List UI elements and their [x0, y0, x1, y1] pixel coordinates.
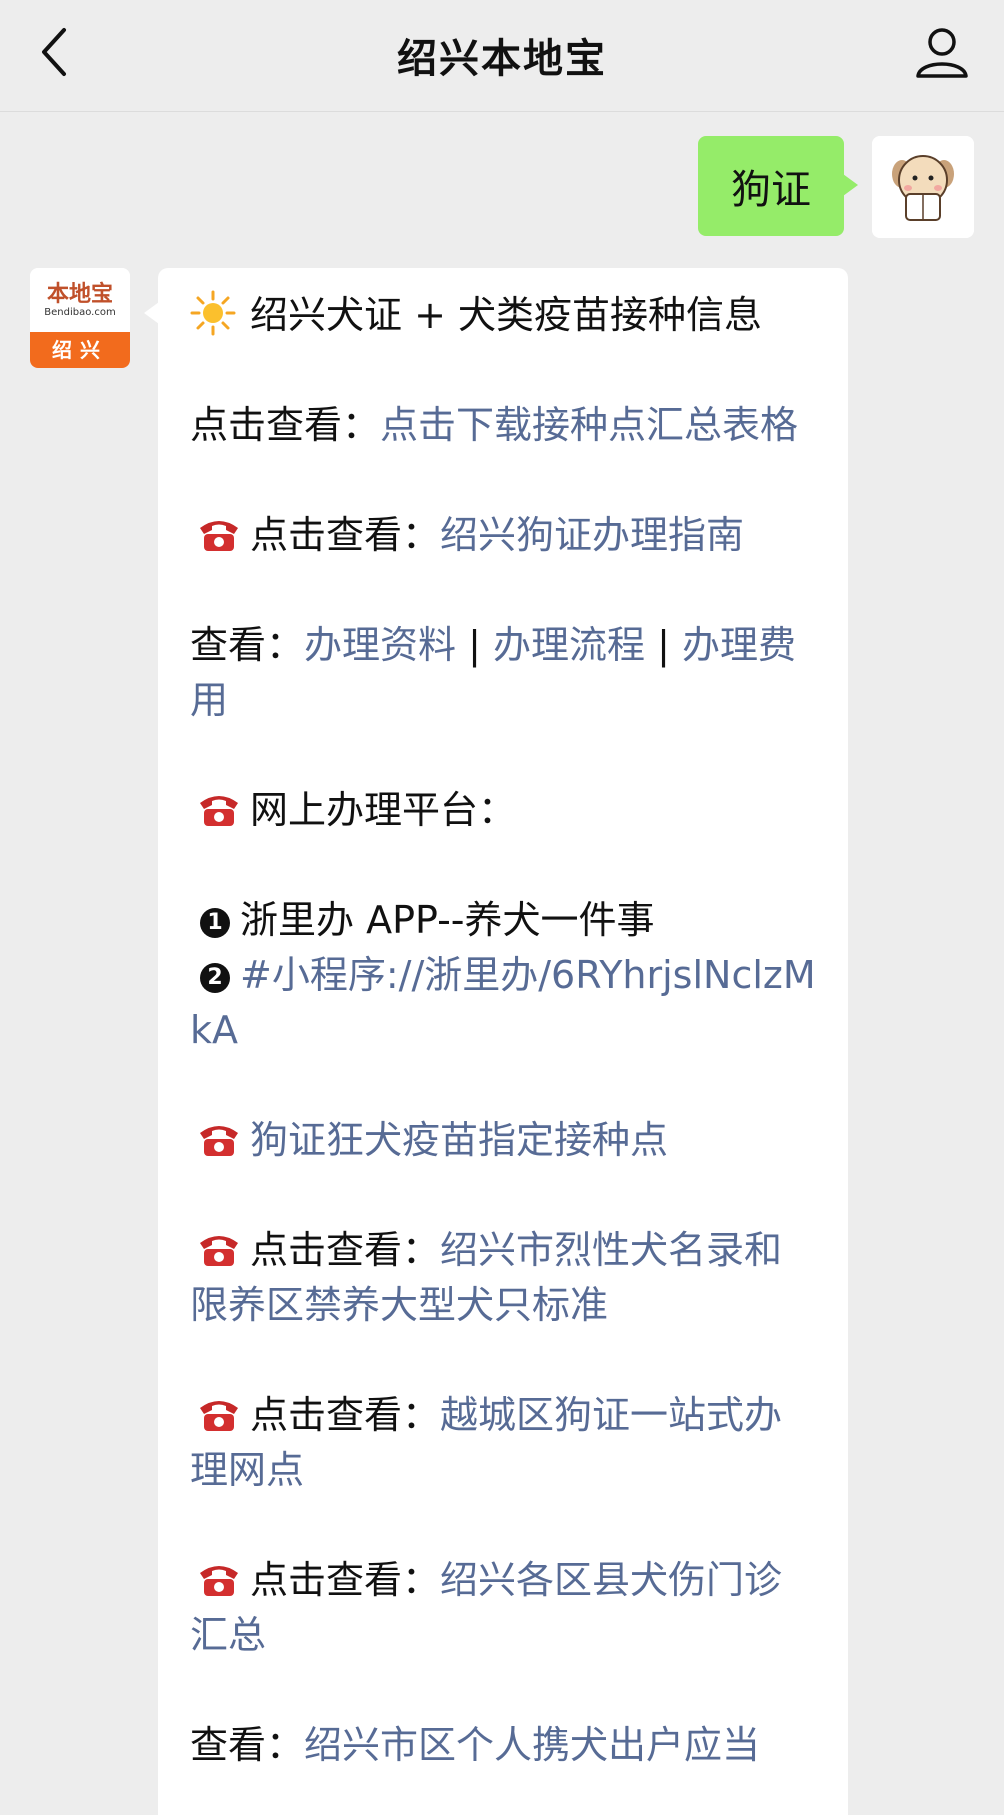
bendibao-avatar[interactable]: 本地宝 Bendibao.com 绍兴 [30, 268, 130, 368]
process-link[interactable]: 办理流程 [493, 623, 645, 667]
message-title: 绍兴犬证 + 犬类疫苗接种信息 [250, 293, 762, 337]
materials-link[interactable]: 办理资料 [304, 623, 456, 667]
download-summary-link[interactable]: 点击下载接种点汇总表格 [380, 403, 798, 447]
mini-program-link[interactable]: #小程序://浙里办/6RYhrjslNclzMkA [190, 953, 816, 1052]
list-item: 点击查看：绍兴各区县犬伤门诊汇总 [190, 1553, 816, 1663]
number-badge: 2 [200, 963, 230, 993]
telephone-icon [200, 1126, 238, 1156]
telephone-icon [200, 796, 238, 826]
list-item: 查看：办理资料 | 办理流程 | 办理费用 [190, 618, 816, 728]
list-item: 点击查看：点击下载接种点汇总表格 [190, 398, 816, 453]
guide-link[interactable]: 绍兴狗证办理指南 [440, 513, 744, 557]
line-prefix: 点击查看： [190, 403, 381, 447]
incoming-bubble: 绍兴犬证 + 犬类疫苗接种信息 点击查看：点击下载接种点汇总表格 点击查看：绍兴… [144, 268, 848, 1815]
telephone-icon [200, 1566, 238, 1596]
number-badge: 1 [200, 908, 230, 938]
outgoing-message: 狗证 [374, 136, 974, 238]
line-prefix: 点击查看： [250, 1558, 441, 1602]
line-prefix: 点击查看： [250, 513, 441, 557]
list-item: 点击查看：绍兴市烈性犬名录和限养区禁养大型犬只标准 [190, 1223, 816, 1333]
dog-walking-rules-link[interactable]: 绍兴市区个人携犬出户应当 [304, 1723, 760, 1767]
dog-avatar-icon [872, 136, 974, 238]
message-title-line: 绍兴犬证 + 犬类疫苗接种信息 [190, 288, 816, 343]
avatar-logo: 本地宝 Bendibao.com [30, 268, 130, 332]
line-prefix: 点击查看： [250, 1393, 441, 1437]
telephone-icon [200, 1401, 238, 1431]
user-avatar[interactable] [872, 136, 974, 238]
list-item: 1 浙里办 APP--养犬一件事 [190, 893, 816, 948]
list-item: 查看：绍兴市区个人携犬出户应当 [190, 1718, 816, 1773]
line-prefix: 查看： [190, 623, 305, 667]
vaccine-points-link[interactable]: 狗证狂犬疫苗指定接种点 [250, 1118, 668, 1162]
avatar-city: 绍兴 [30, 332, 130, 368]
page-title: 绍兴本地宝 [397, 36, 607, 82]
online-platform-label: 网上办理平台： [250, 788, 517, 832]
telephone-icon [200, 1236, 238, 1266]
separator: | [645, 623, 682, 667]
sun-icon [190, 290, 236, 336]
list-item: 点击查看：越城区狗证一站式办理网点 [190, 1388, 816, 1498]
zheliban-app-text: 浙里办 APP--养犬一件事 [240, 898, 655, 942]
line-prefix: 查看： [190, 1723, 305, 1767]
list-item: 2 #小程序://浙里办/6RYhrjslNclzMkA [190, 948, 816, 1058]
list-item: 网上办理平台： [190, 783, 816, 838]
top-bar: 绍兴本地宝 [0, 0, 1004, 112]
line-prefix: 点击查看： [250, 1228, 441, 1272]
telephone-icon [200, 521, 238, 551]
avatar-brand: 本地宝 [46, 281, 113, 307]
separator: | [456, 623, 493, 667]
outgoing-bubble[interactable]: 狗证 [698, 136, 858, 236]
avatar-url: Bendibao.com [44, 307, 116, 318]
list-item: 点击查看：绍兴狗证办理指南 [190, 508, 816, 563]
list-item: 狗证狂犬疫苗指定接种点 [190, 1113, 816, 1168]
user-icon[interactable] [910, 20, 974, 84]
